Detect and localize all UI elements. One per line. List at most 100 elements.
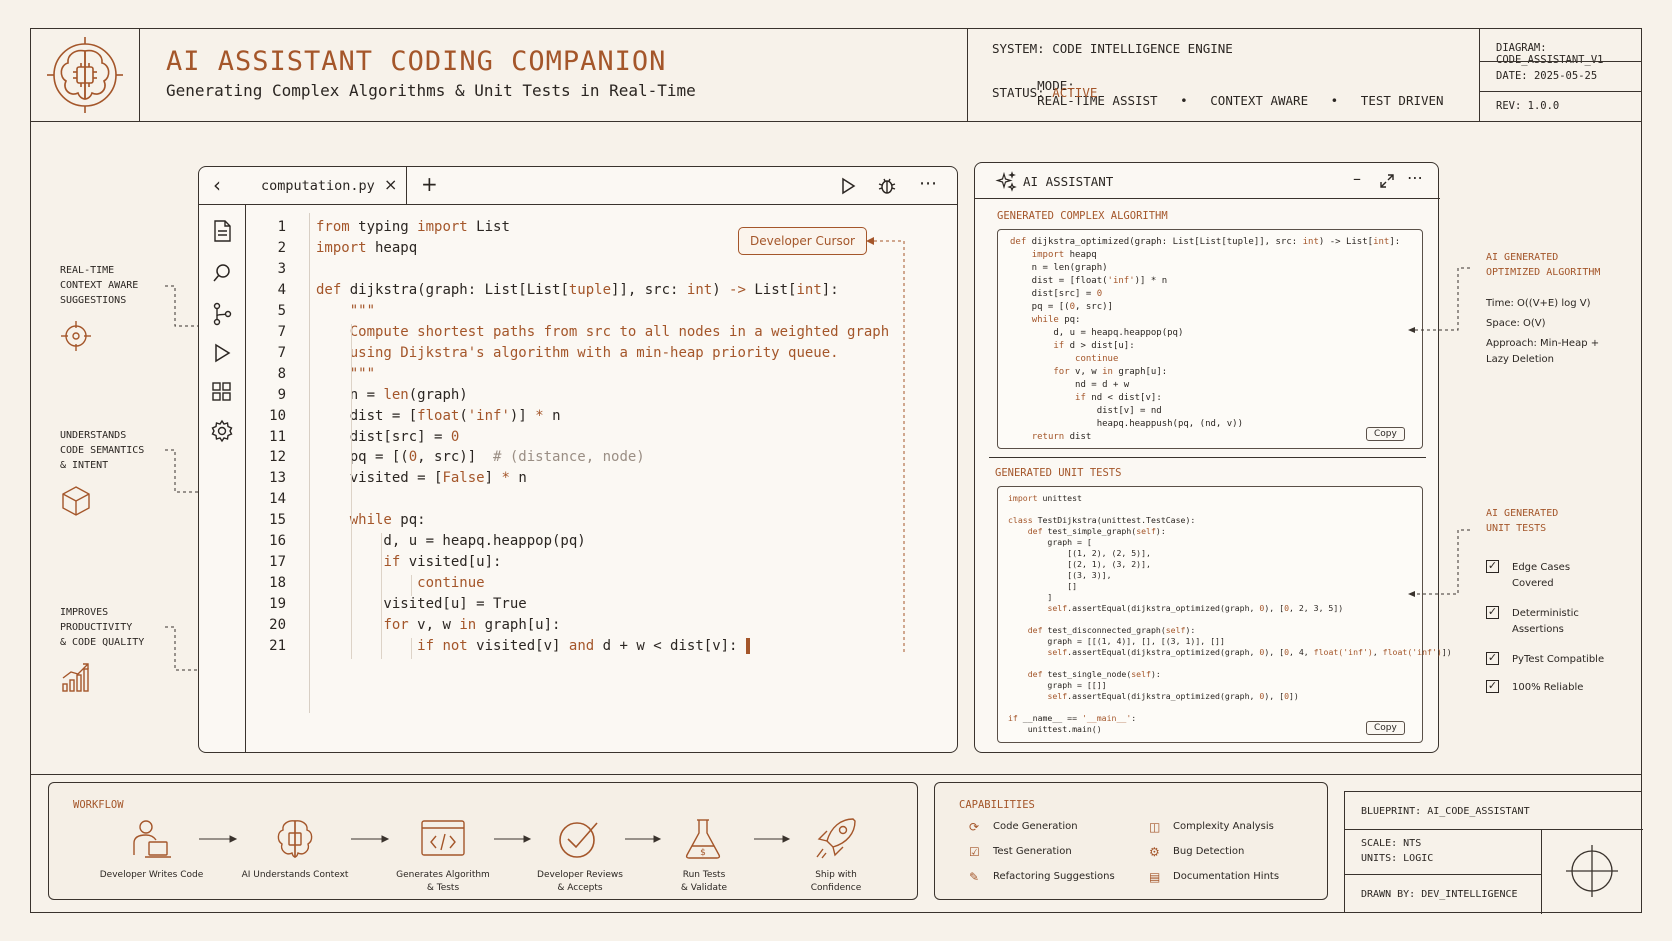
bottom-divider	[30, 774, 1642, 775]
checkbox-checked-icon: ✓	[1486, 651, 1499, 665]
code-text: if visited[u]:	[383, 554, 502, 571]
workflow-step-label: Generates Algorithm & Tests	[380, 869, 506, 895]
note-realtime: REAL-TIME CONTEXT AWARE SUGGESTIONS	[60, 263, 138, 308]
rev-value: 1.0.0	[1527, 100, 1560, 112]
run-icon[interactable]	[839, 177, 857, 195]
settings-gear-icon[interactable]	[210, 419, 234, 443]
code-text: import heapq	[316, 239, 418, 256]
code-text: dist[src] = 0	[316, 428, 460, 445]
analysis-icon: ◫	[1149, 820, 1161, 834]
extensions-icon[interactable]	[211, 381, 233, 403]
line-number: 9	[277, 386, 286, 403]
copy-algo-button[interactable]: Copy	[1366, 427, 1405, 441]
note-line: & CODE QUALITY	[60, 637, 145, 648]
tab-computation[interactable]: computation.py ×	[247, 167, 407, 205]
search-icon[interactable]	[211, 262, 233, 284]
line-number: 7	[277, 323, 286, 340]
blueprint-divider	[1345, 874, 1541, 875]
assistant-title: AI ASSISTANT	[1023, 174, 1114, 189]
expand-icon[interactable]	[1379, 173, 1395, 189]
note-semantics: UNDERSTANDS CODE SEMANTICS & INTENT	[60, 428, 144, 473]
line-number: 12	[269, 449, 286, 466]
tests-code-box[interactable]: import unittest class TestDijkstra(unitt…	[997, 486, 1452, 743]
line-number: 11	[269, 428, 286, 445]
indent-guide	[411, 638, 412, 659]
refactor-icon: ✎	[969, 870, 980, 884]
code-line: 5 """	[246, 303, 946, 325]
line-number: 8	[277, 365, 286, 382]
developer-cursor-label: Developer Cursor	[738, 227, 867, 255]
line-number: 16	[269, 533, 286, 550]
note-line: IMPROVES	[60, 607, 109, 618]
blueprint-value: AI_CODE_ASSISTANT	[1427, 806, 1530, 817]
units-line: UNITS: LOGIC	[1361, 853, 1433, 864]
algo-heading: GENERATED COMPLEX ALGORITHM	[997, 210, 1168, 222]
assistant-titlebar: AI ASSISTANT – ⋯	[975, 163, 1440, 199]
tests-code: import unittest class TestDijkstra(unitt…	[1008, 493, 1452, 734]
close-tab-icon[interactable]: ×	[384, 175, 397, 194]
code-editor: ‹ computation.py × + ⋯ 1 from typing impo…	[198, 166, 958, 753]
capability-item: ⚙ Bug Detection	[1149, 845, 1244, 859]
new-tab-icon[interactable]: +	[421, 172, 438, 196]
copy-tests-button[interactable]: Copy	[1366, 721, 1405, 735]
line-number: 7	[277, 344, 286, 361]
check-label: Edge Cases	[1512, 562, 1571, 573]
page-title: AI ASSISTANT CODING COMPANION	[166, 46, 667, 77]
step-text: & Accepts	[557, 883, 603, 893]
right-connectors	[1408, 267, 1470, 597]
scale-label: SCALE:	[1361, 838, 1398, 849]
line-number: 18	[269, 575, 286, 592]
date-line: DATE: 2025-05-25	[1496, 70, 1597, 82]
step-text: & Validate	[680, 883, 728, 893]
note-algo-title: AI GENERATED OPTIMIZED ALGORITHM	[1486, 250, 1600, 280]
capability-label: Refactoring Suggestions	[993, 871, 1115, 882]
check-item: ✓ Edge Cases Covered	[1486, 560, 1622, 592]
back-icon[interactable]: ‹	[213, 173, 221, 197]
file-icon[interactable]	[211, 219, 233, 243]
code-line: 4 def dijkstra(graph: List[List[tuple]], …	[246, 282, 946, 304]
step-text: & Tests	[426, 883, 460, 893]
check-label: Assertions	[1512, 624, 1564, 635]
algo-code-box[interactable]: def dijkstra_optimized(graph: List[List[…	[997, 229, 1423, 449]
header: AI ASSISTANT CODING COMPANION Generating…	[30, 28, 1642, 122]
line-number: 13	[269, 470, 286, 487]
run-debug-icon[interactable]	[211, 342, 233, 364]
line-number: 3	[277, 260, 286, 277]
diagram-line: DIAGRAM: CODE_ASSISTANT_V1	[1496, 42, 1642, 66]
check-item: ✓ Deterministic Assertions	[1486, 606, 1622, 638]
target-crosshair-icon	[1566, 845, 1618, 897]
capability-item: ✎ Refactoring Suggestions	[969, 870, 1115, 884]
drawn-by-line: DRAWN BY: DEV_INTELLIGENCE	[1361, 889, 1518, 900]
minimize-icon[interactable]: –	[1353, 169, 1361, 188]
code-area[interactable]: 1 from typing import List 2 import heapq 3 4 d…	[246, 205, 957, 752]
check-item: ✓ 100% Reliable	[1486, 680, 1622, 696]
code-text: dist = [float('inf')] * n	[316, 407, 561, 424]
status-value: ACTIVE	[1052, 85, 1098, 100]
code-text: """	[349, 365, 376, 382]
bar-chart-icon	[62, 663, 89, 692]
step-text: Ship with	[815, 870, 857, 880]
code-text: d, u = heapq.heappop(pq)	[316, 533, 586, 550]
blueprint-line: BLUEPRINT: AI_CODE_ASSISTANT	[1361, 806, 1530, 817]
note-productivity: IMPROVES PRODUCTIVITY & CODE QUALITY	[60, 605, 144, 650]
assistant-more-icon[interactable]: ⋯	[1407, 168, 1423, 187]
algo-details: Time: O((V+E) log V) Space: O(V) Approac…	[1486, 296, 1599, 368]
check-label: PyTest Compatible	[1512, 654, 1605, 665]
line-number: 5	[277, 302, 286, 319]
more-options-icon[interactable]: ⋯	[919, 173, 938, 194]
code-text: Compute shortest paths from src to all n…	[349, 323, 890, 340]
capability-item: ◫ Complexity Analysis	[1149, 820, 1274, 834]
source-control-icon[interactable]	[211, 302, 233, 326]
step-text: Generates Algorithm	[396, 870, 490, 880]
workflow-step-label: Ship with Confidence	[773, 869, 899, 895]
code-text: continue	[417, 575, 485, 592]
capability-item: ☑ Test Generation	[969, 845, 1072, 859]
units-label: UNITS:	[1361, 853, 1398, 864]
date-label: DATE:	[1496, 70, 1528, 82]
code-text: using Dijkstra's algorithm with a min-he…	[349, 344, 839, 361]
workflow-arrows	[199, 835, 791, 843]
diagram-value: CODE_ASSISTANT_V1	[1496, 54, 1604, 66]
debug-bug-icon[interactable]	[877, 176, 897, 196]
step-text: Developer Writes Code	[99, 870, 204, 880]
step-text: AI Understands Context	[241, 870, 349, 880]
